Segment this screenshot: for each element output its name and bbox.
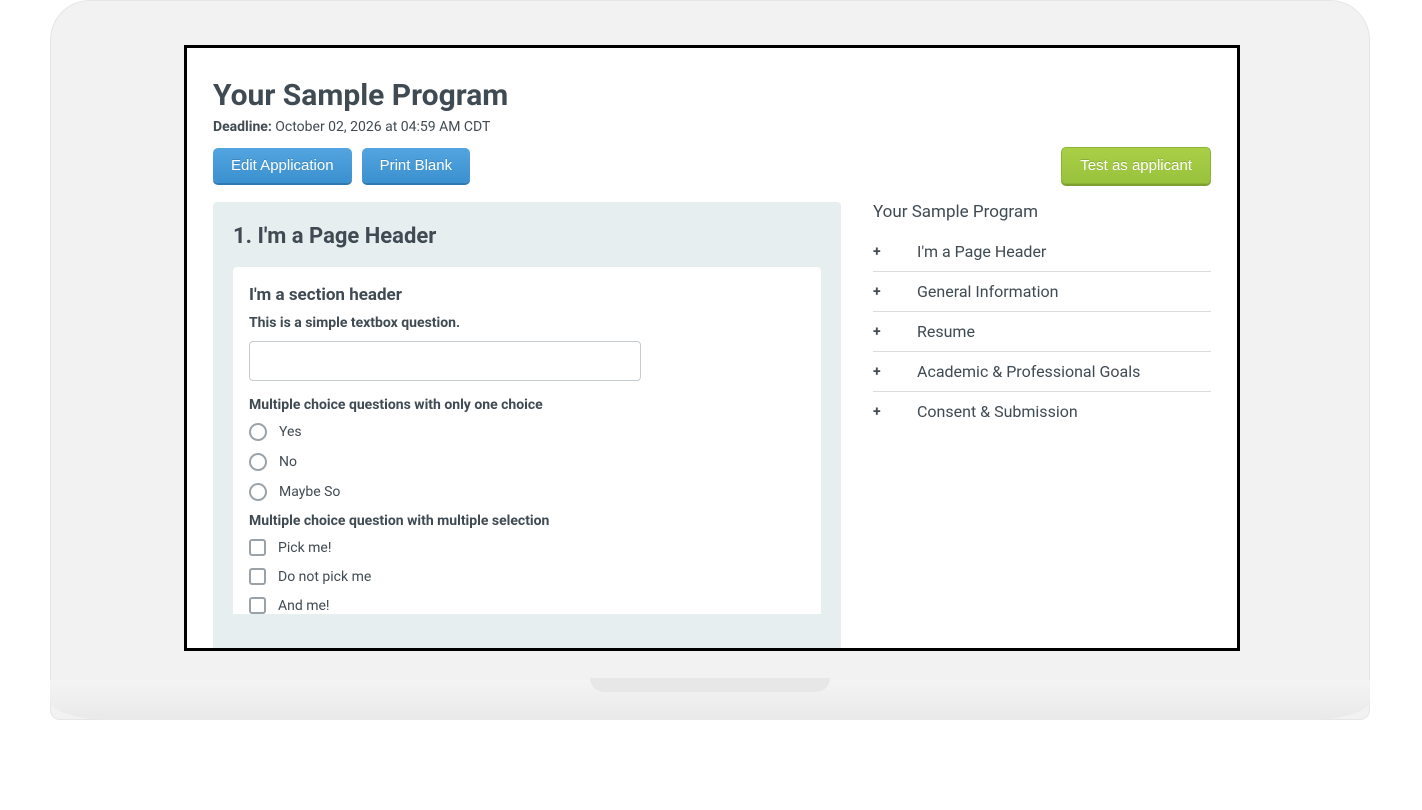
radio-option[interactable]: Maybe So — [249, 483, 805, 501]
checkbox-option-label: Pick me! — [278, 540, 331, 556]
plus-icon: + — [873, 244, 917, 260]
plus-icon: + — [873, 404, 917, 420]
program-title: Your Sample Program — [213, 78, 1211, 113]
checkbox-icon — [249, 597, 266, 614]
radio-question-label: Multiple choice questions with only one … — [249, 397, 805, 413]
print-blank-button[interactable]: Print Blank — [362, 148, 471, 183]
plus-icon: + — [873, 284, 917, 300]
app-screen: Your Sample Program Deadline: October 02… — [187, 48, 1237, 648]
checkbox-option[interactable]: And me! — [249, 597, 805, 614]
sidebar: Your Sample Program + I'm a Page Header … — [873, 202, 1211, 648]
checkbox-option[interactable]: Do not pick me — [249, 568, 805, 585]
body-row: 1. I'm a Page Header I'm a section heade… — [213, 202, 1211, 648]
deadline-row: Deadline: October 02, 2026 at 04:59 AM C… — [213, 119, 1211, 135]
sidebar-item-consent-submission[interactable]: + Consent & Submission — [873, 392, 1211, 431]
sidebar-item-label: Resume — [917, 322, 975, 341]
laptop-notch — [590, 678, 830, 692]
sidebar-item-resume[interactable]: + Resume — [873, 312, 1211, 352]
deadline-value: October 02, 2026 at 04:59 AM CDT — [275, 119, 490, 135]
section-card: I'm a section header This is a simple te… — [233, 267, 821, 614]
deadline-label: Deadline: — [213, 119, 272, 135]
page-header-text: I'm a Page Header — [257, 224, 436, 249]
sidebar-item-label: General Information — [917, 282, 1059, 301]
radio-option-label: Maybe So — [279, 484, 340, 500]
page-header: 1. I'm a Page Header — [233, 224, 821, 249]
edit-application-button[interactable]: Edit Application — [213, 148, 352, 183]
plus-icon: + — [873, 364, 917, 380]
sidebar-item-academic-goals[interactable]: + Academic & Professional Goals — [873, 352, 1211, 392]
sidebar-title: Your Sample Program — [873, 202, 1211, 222]
textbox-question-label: This is a simple textbox question. — [249, 315, 805, 331]
sidebar-item-page-header[interactable]: + I'm a Page Header — [873, 232, 1211, 272]
radio-option[interactable]: Yes — [249, 423, 805, 441]
checkbox-option-label: And me! — [278, 598, 330, 614]
checkbox-option-label: Do not pick me — [278, 569, 371, 585]
checkbox-option[interactable]: Pick me! — [249, 539, 805, 556]
page-number: 1. — [233, 224, 252, 249]
radio-icon — [249, 453, 267, 471]
form-panel: 1. I'm a Page Header I'm a section heade… — [213, 202, 841, 648]
radio-option[interactable]: No — [249, 453, 805, 471]
radio-icon — [249, 483, 267, 501]
section-header: I'm a section header — [249, 285, 805, 305]
checkbox-question-label: Multiple choice question with multiple s… — [249, 513, 805, 529]
radio-option-label: No — [279, 454, 297, 470]
radio-icon — [249, 423, 267, 441]
radio-option-label: Yes — [279, 424, 302, 440]
action-bar: Edit Application Print Blank Test as app… — [213, 147, 1211, 184]
checkbox-icon — [249, 539, 266, 556]
textbox-question-input[interactable] — [249, 341, 641, 381]
sidebar-item-label: I'm a Page Header — [917, 242, 1046, 261]
plus-icon: + — [873, 324, 917, 340]
test-as-applicant-button[interactable]: Test as applicant — [1061, 147, 1211, 184]
checkbox-icon — [249, 568, 266, 585]
sidebar-item-general-info[interactable]: + General Information — [873, 272, 1211, 312]
sidebar-item-label: Academic & Professional Goals — [917, 362, 1140, 381]
sidebar-item-label: Consent & Submission — [917, 402, 1078, 421]
